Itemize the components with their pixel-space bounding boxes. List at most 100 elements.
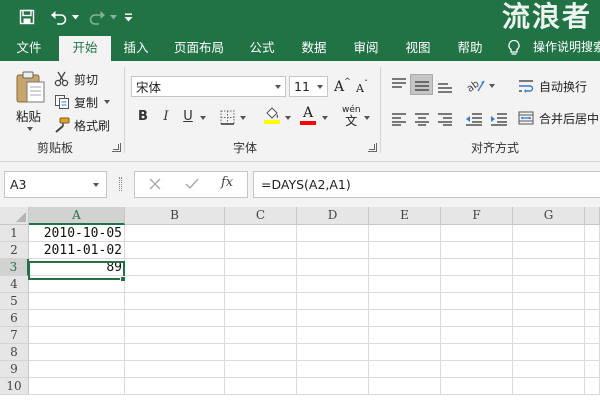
cell-f9[interactable]: [441, 361, 513, 378]
bottom-align-button[interactable]: [437, 78, 453, 94]
cell-g3[interactable]: [513, 259, 585, 276]
cell-a7[interactable]: [29, 327, 125, 344]
cell-partial[interactable]: [585, 344, 600, 361]
underline-button[interactable]: U: [179, 108, 197, 126]
align-right-button[interactable]: [437, 111, 453, 127]
align-left-button[interactable]: [391, 111, 407, 127]
phonetic-guide-button[interactable]: wén 文: [342, 105, 361, 129]
cell-b4[interactable]: [125, 276, 225, 293]
undo-icon[interactable]: [48, 6, 70, 28]
tab-view[interactable]: 视图: [398, 34, 438, 61]
lightbulb-icon[interactable]: [507, 39, 521, 60]
cell-g9[interactable]: [513, 361, 585, 378]
name-box-dropdown-icon[interactable]: [93, 183, 99, 187]
font-color-button[interactable]: A: [300, 106, 316, 128]
cell-b10[interactable]: [125, 378, 225, 395]
cell-e4[interactable]: [369, 276, 441, 293]
cell-partial[interactable]: [585, 310, 600, 327]
cell-d10[interactable]: [297, 378, 369, 395]
cell-d3[interactable]: [297, 259, 369, 276]
middle-align-button[interactable]: [414, 78, 430, 94]
font-name-dropdown-icon[interactable]: [269, 77, 285, 96]
column-header-b[interactable]: B: [125, 207, 225, 225]
cell-e3[interactable]: [369, 259, 441, 276]
cancel-icon[interactable]: [149, 178, 161, 193]
cell-e2[interactable]: [369, 242, 441, 259]
cell-partial[interactable]: [585, 293, 600, 310]
merge-center-button[interactable]: 合并后居中: [518, 109, 599, 127]
cell-g8[interactable]: [513, 344, 585, 361]
cell-e5[interactable]: [369, 293, 441, 310]
cell-partial[interactable]: [585, 276, 600, 293]
cell-d4[interactable]: [297, 276, 369, 293]
format-painter-button[interactable]: 格式刷: [54, 116, 110, 134]
cell-c4[interactable]: [225, 276, 297, 293]
name-box[interactable]: A3: [4, 171, 107, 198]
cell-f8[interactable]: [441, 344, 513, 361]
cell-b7[interactable]: [125, 327, 225, 344]
cut-button[interactable]: 剪切: [54, 70, 98, 88]
cell-d6[interactable]: [297, 310, 369, 327]
cell-partial[interactable]: [585, 361, 600, 378]
cell-c1[interactable]: [225, 225, 297, 242]
cell-partial[interactable]: [585, 225, 600, 242]
cell-b3[interactable]: [125, 259, 225, 276]
cell-a6[interactable]: [29, 310, 125, 327]
paste-icon[interactable]: [13, 69, 47, 105]
cell-a4[interactable]: [29, 276, 125, 293]
column-header-d[interactable]: D: [297, 207, 369, 225]
column-header-c[interactable]: C: [225, 207, 297, 225]
cell-b8[interactable]: [125, 344, 225, 361]
redo-icon[interactable]: [86, 6, 108, 28]
cell-e1[interactable]: [369, 225, 441, 242]
cell-c5[interactable]: [225, 293, 297, 310]
cell-partial[interactable]: [585, 378, 600, 395]
cell-a10[interactable]: [29, 378, 125, 395]
cell-a3[interactable]: 89: [29, 259, 125, 276]
cell-f4[interactable]: [441, 276, 513, 293]
tab-home[interactable]: 开始: [59, 36, 111, 61]
cell-e8[interactable]: [369, 344, 441, 361]
cell-f10[interactable]: [441, 378, 513, 395]
cell-g7[interactable]: [513, 327, 585, 344]
row-header-7[interactable]: 7: [0, 327, 29, 344]
font-color-dropdown-icon[interactable]: [322, 116, 328, 120]
enter-check-icon[interactable]: [185, 178, 199, 193]
save-icon[interactable]: [16, 6, 38, 28]
formula-bar-splitter[interactable]: [119, 177, 122, 191]
cell-e10[interactable]: [369, 378, 441, 395]
font-size-dropdown-icon[interactable]: [311, 77, 327, 96]
cell-e9[interactable]: [369, 361, 441, 378]
cell-a1[interactable]: 2010-10-05: [29, 225, 125, 242]
cell-g1[interactable]: [513, 225, 585, 242]
increase-font-size-button[interactable]: A ^: [334, 77, 351, 97]
fill-color-dropdown-icon[interactable]: [285, 116, 291, 120]
cell-f1[interactable]: [441, 225, 513, 242]
cell-c2[interactable]: [225, 242, 297, 259]
tab-help[interactable]: 帮助: [450, 34, 490, 61]
cell-a5[interactable]: [29, 293, 125, 310]
borders-button[interactable]: [220, 109, 235, 125]
fill-color-button[interactable]: [264, 107, 280, 127]
cell-g10[interactable]: [513, 378, 585, 395]
decrease-font-size-button[interactable]: Aˇ: [356, 79, 368, 97]
fill-handle[interactable]: [120, 276, 126, 282]
cell-partial[interactable]: [585, 327, 600, 344]
underline-dropdown-icon[interactable]: [200, 116, 206, 120]
column-header-f[interactable]: F: [441, 207, 513, 225]
cell-g4[interactable]: [513, 276, 585, 293]
formula-input[interactable]: =DAYS(A2,A1): [253, 171, 600, 198]
wrap-text-button[interactable]: 自动换行: [518, 77, 587, 95]
cell-g6[interactable]: [513, 310, 585, 327]
redo-dropdown-icon[interactable]: [108, 6, 118, 28]
cell-a8[interactable]: [29, 344, 125, 361]
phonetic-dropdown-icon[interactable]: [364, 116, 370, 120]
cell-e7[interactable]: [369, 327, 441, 344]
cell-c6[interactable]: [225, 310, 297, 327]
cell-b1[interactable]: [125, 225, 225, 242]
cell-partial[interactable]: [585, 259, 600, 276]
row-header-2[interactable]: 2: [0, 242, 29, 259]
row-header-4[interactable]: 4: [0, 276, 29, 293]
cell-d1[interactable]: [297, 225, 369, 242]
cell-a2[interactable]: 2011-01-02: [29, 242, 125, 259]
